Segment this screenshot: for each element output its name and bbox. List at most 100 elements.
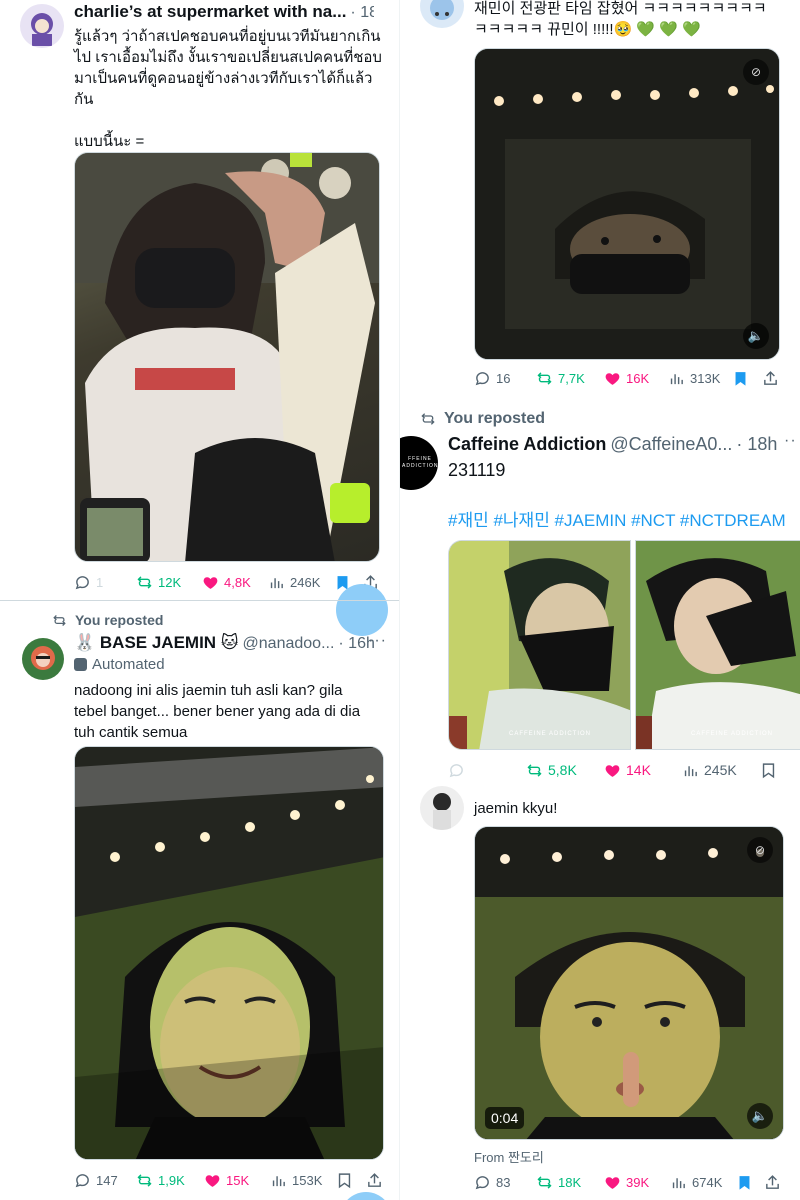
views-button[interactable]: 245K xyxy=(682,762,737,779)
avatar[interactable] xyxy=(420,786,464,830)
more-icon[interactable]: ··· xyxy=(368,632,387,650)
reply-button[interactable]: 1 xyxy=(74,574,103,591)
reply-button[interactable] xyxy=(448,762,470,779)
reply-button[interactable]: 83 xyxy=(474,1174,510,1191)
display-name[interactable]: charlie’s at supermarket with na... xyxy=(74,2,346,22)
like-button[interactable]: 4,8K xyxy=(202,574,251,591)
photo-masked-side xyxy=(636,541,800,749)
like-button[interactable]: 14K xyxy=(604,762,651,779)
bookmark-button[interactable] xyxy=(736,1174,753,1191)
tweet-video[interactable]: ⊘ 0:04 🔈 xyxy=(474,826,784,1140)
display-name[interactable]: 🐰 BASE JAEMIN 🐱 xyxy=(74,633,239,653)
mute-icon[interactable]: 🔈 xyxy=(743,323,769,349)
tweet-actions: 16 7,7K 16K 313K xyxy=(474,368,784,388)
repost-indicator: You reposted xyxy=(420,410,545,428)
tweet-video[interactable]: ⊘ 🔈 xyxy=(474,48,780,360)
views-icon xyxy=(268,574,285,591)
repost-button[interactable]: 7,7K xyxy=(536,370,585,387)
photo-masked-profile xyxy=(449,541,630,749)
reply-icon xyxy=(448,762,465,779)
like-icon xyxy=(604,370,621,387)
sensitive-toggle-icon[interactable]: ⊘ xyxy=(743,59,769,85)
robot-icon xyxy=(74,658,87,671)
bookmark-button[interactable] xyxy=(732,370,749,387)
share-button[interactable] xyxy=(366,1172,383,1189)
compose-button[interactable] xyxy=(340,1192,392,1200)
tweet-actions: 147 1,9K 15K 153K xyxy=(74,1170,384,1190)
bookmark-button[interactable] xyxy=(760,762,777,779)
video-screen-face xyxy=(475,827,783,1139)
views-button[interactable]: 674K xyxy=(670,1174,722,1191)
like-icon xyxy=(604,1174,621,1191)
repost-icon xyxy=(526,762,543,779)
mute-icon[interactable]: 🔈 xyxy=(747,1103,773,1129)
bookmark-button[interactable] xyxy=(336,1172,353,1189)
bookmark-icon xyxy=(736,1174,753,1191)
repost-icon xyxy=(136,574,153,591)
views-icon xyxy=(668,370,685,387)
share-button[interactable] xyxy=(762,370,779,387)
tweet-actions: 5,8K 14K 245K xyxy=(448,760,800,780)
tweet-text: nadoong ini alis jaemin tuh asli kan? gi… xyxy=(74,682,361,741)
repost-button[interactable]: 1,9K xyxy=(136,1172,185,1189)
like-icon xyxy=(604,762,621,779)
views-button[interactable]: 313K xyxy=(668,370,720,387)
sensitive-toggle-icon[interactable]: ⊘ xyxy=(747,837,773,863)
post-time[interactable]: · 18h xyxy=(350,4,374,22)
like-button[interactable]: 16K xyxy=(604,370,649,387)
video-screen-eyes xyxy=(475,49,779,359)
video-source[interactable]: From 짠도리 xyxy=(474,1147,544,1166)
views-button[interactable]: 153K xyxy=(270,1172,322,1189)
right-column: 재민이 전광판 타임 잡혔어 ㅋㅋㅋㅋㅋㅋㅋㅋㅋ ㅋㅋㅋㅋㅋ 뀨민이 !!!!!… xyxy=(400,0,800,1200)
reply-button[interactable]: 147 xyxy=(74,1172,118,1189)
tweet-photo-left[interactable]: CAFFEINE ADDICTION xyxy=(448,540,631,750)
repost-indicator: You reposted xyxy=(52,612,163,628)
bookmark-icon xyxy=(760,762,777,779)
like-button[interactable]: 39K xyxy=(604,1174,649,1191)
bookmark-icon xyxy=(336,1172,353,1189)
reply-icon xyxy=(474,370,491,387)
video-timer: 0:04 xyxy=(485,1107,525,1129)
tweet-text: รู้แล้วๆ ว่าถ้าสเปคชอบคนที่อยู่บนเวทีมัน… xyxy=(74,28,382,150)
avatar[interactable] xyxy=(22,638,64,680)
repost-button[interactable]: 18K xyxy=(536,1174,581,1191)
share-icon xyxy=(764,1174,781,1191)
handle[interactable]: @CaffeineA0... xyxy=(610,434,732,455)
reply-button[interactable]: 16 xyxy=(474,370,510,387)
tweet-actions: 83 18K 39K 674K xyxy=(474,1172,784,1192)
repost-icon xyxy=(536,1174,553,1191)
repost-icon xyxy=(420,411,436,427)
post-time[interactable]: · 18h xyxy=(736,434,777,455)
tweet-text: 재민이 전광판 타임 잡혔어 ㅋㅋㅋㅋㅋㅋㅋㅋㅋ ㅋㅋㅋㅋㅋ 뀨민이 !!!!!… xyxy=(474,0,767,38)
tweet-text: jaemin kkyu! xyxy=(474,800,558,817)
photo-watermark: CAFFEINE ADDICTION xyxy=(691,731,774,737)
tweet-photo[interactable] xyxy=(74,746,384,1160)
avatar[interactable]: FFEINE ADDICTION xyxy=(400,436,438,490)
views-button[interactable]: 246K xyxy=(268,574,320,591)
left-column: charlie’s at supermarket with na... · 18… xyxy=(0,0,400,1200)
share-button[interactable] xyxy=(764,1174,781,1191)
tweet-actions: 1 12K 4,8K 246K xyxy=(74,572,384,592)
photo-screen-face xyxy=(75,747,383,1159)
bookmark-icon xyxy=(732,370,749,387)
repost-icon xyxy=(536,370,553,387)
photo-watermark: CAFFEINE ADDICTION xyxy=(509,731,592,737)
compose-button[interactable] xyxy=(336,584,388,636)
more-icon[interactable]: ·· xyxy=(784,432,797,450)
avatar[interactable] xyxy=(420,0,464,28)
tweet-photo-right[interactable]: CAFFEINE ADDICTION xyxy=(635,540,800,750)
automated-label: Automated xyxy=(74,656,165,673)
like-button[interactable]: 15K xyxy=(204,1172,249,1189)
handle[interactable]: @nanadoo... xyxy=(243,635,335,653)
views-icon xyxy=(270,1172,287,1189)
hashtags[interactable]: #재민 #나재민 #JAEMIN #NCT #NCTDREAM xyxy=(448,506,786,531)
tweet-photo[interactable] xyxy=(74,152,380,562)
repost-icon xyxy=(136,1172,153,1189)
display-name[interactable]: Caffeine Addiction xyxy=(448,434,606,455)
share-icon xyxy=(366,1172,383,1189)
reply-icon xyxy=(74,1172,91,1189)
views-icon xyxy=(682,762,699,779)
repost-button[interactable]: 5,8K xyxy=(526,762,577,779)
repost-button[interactable]: 12K xyxy=(136,574,181,591)
avatar[interactable] xyxy=(20,4,64,48)
